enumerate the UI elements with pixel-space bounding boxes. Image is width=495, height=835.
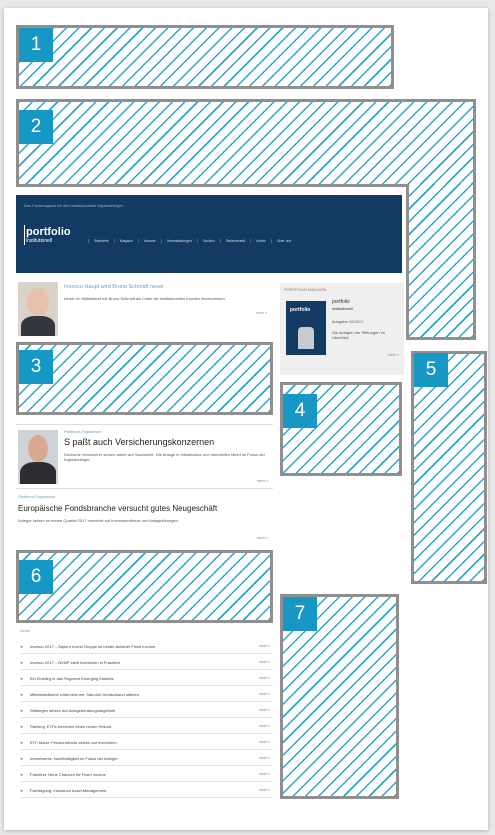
area-number-3: 3 xyxy=(19,350,53,384)
hatched-area-2 xyxy=(16,99,476,187)
more-link[interactable]: mehr » xyxy=(259,772,270,776)
sidebar-heading: PORTFOLIO MAGAZIN xyxy=(284,287,327,292)
bullet-icon: ► xyxy=(20,724,24,729)
bullet-icon: ► xyxy=(20,772,24,777)
article-title[interactable]: Invesco Haupt wird Bruno Schmidt neuer xyxy=(64,284,164,290)
more-link[interactable]: mehr » xyxy=(259,660,270,664)
bullet-icon: ► xyxy=(20,740,24,745)
list-item[interactable]: ► Frankfurt: Neue Chancen für Fixed Incom… xyxy=(20,768,272,782)
logo-text-1: portfolio xyxy=(26,226,71,238)
nav-item[interactable]: Archiv xyxy=(250,239,271,243)
list-item-text: Mittelständische Unternehmen: Standort D… xyxy=(30,692,139,697)
article-title[interactable]: Europäische Fondsbranche versucht gutes … xyxy=(18,504,217,513)
divider xyxy=(16,488,273,489)
list-item-text: Investments: Nachhaltigkeit im Fokus der… xyxy=(30,756,118,761)
list-item-text: Fachtagung: Insurance Asset Management xyxy=(30,788,107,793)
logo-bar xyxy=(24,225,25,245)
list-item-text: Invesco 2017 – BVMP stellt Investoren in… xyxy=(30,660,120,665)
nav-item[interactable]: Startseite xyxy=(88,239,114,243)
site-logo[interactable]: portfolio institutionell xyxy=(26,227,71,244)
magazine-logo-1: portfolio xyxy=(332,299,350,305)
nav-item[interactable]: Über uns xyxy=(271,239,296,243)
issue-label: Ausgabe 10/2017 xyxy=(332,319,364,324)
more-link[interactable]: mehr » xyxy=(257,536,268,540)
more-link[interactable]: mehr » xyxy=(257,479,268,483)
nav-item[interactable]: Veranstaltungen xyxy=(160,239,197,243)
hatched-area-6 xyxy=(16,550,273,623)
nav-item[interactable]: Studien xyxy=(196,239,220,243)
article-teaser: Anleger setzen im ersten Quartal 2017 ve… xyxy=(18,518,179,523)
logo-text-2: institutionell xyxy=(26,238,53,244)
bullet-icon: ► xyxy=(20,708,24,713)
list-item[interactable]: ► ETF-Markt: Pensionsfonds setzen auf Inv… xyxy=(20,736,272,750)
list-item-text: Stiftungen setzen auf Anlageberatungsang… xyxy=(30,708,116,713)
list-item[interactable]: ► Fachtagung: Insurance Asset Management m… xyxy=(20,784,272,798)
magazine-box: PORTFOLIO MAGAZIN portfolio portfolio in… xyxy=(280,283,404,375)
more-link[interactable]: mehr » xyxy=(259,788,270,792)
bullet-icon: ► xyxy=(20,692,24,697)
area-number-6: 6 xyxy=(19,560,53,594)
bullet-icon: ► xyxy=(20,676,24,681)
cover-image xyxy=(298,327,314,349)
article-kicker: Plattform-Ergebnisse xyxy=(64,429,102,434)
issue-desc: Die Anlagen der Stiftungen im Überblick xyxy=(332,330,385,341)
author-photo xyxy=(18,282,58,336)
list-item[interactable]: ► Invesco 2017 – BVMP stellt Investoren i… xyxy=(20,656,272,670)
list-item[interactable]: ► Investments: Nachhaltigkeit im Fokus de… xyxy=(20,752,272,766)
area-number-2: 2 xyxy=(19,110,53,144)
list-item[interactable]: ► Stiftungen setzen auf Anlageberatungsan… xyxy=(20,704,272,718)
divider xyxy=(16,424,273,425)
list-item[interactable]: ► Invesco 2017 – Bayern Invest Gruppe ist… xyxy=(20,640,272,654)
bullet-icon: ► xyxy=(20,756,24,761)
article-teaser: Inhalt: Im Mittelstand hat Bruno Schmidt… xyxy=(64,296,226,301)
more-link[interactable]: mehr » xyxy=(259,740,270,744)
list-item-text: Ein Einstieg in das Segment Emerging Mar… xyxy=(30,676,114,681)
article-teaser: Deutsche Versicherer setzen weiter auf S… xyxy=(64,452,265,463)
nav-item[interactable]: Magazin xyxy=(113,239,138,243)
more-link[interactable]: mehr » xyxy=(259,676,270,680)
cover-title: portfolio xyxy=(290,307,311,313)
bullet-icon: ► xyxy=(20,788,24,793)
article-kicker: Plattform-Ergebnisse xyxy=(18,494,56,499)
hatched-area-3 xyxy=(16,342,273,415)
list-item[interactable]: ► Mittelständische Unternehmen: Standort … xyxy=(20,688,272,702)
bullet-icon: ► xyxy=(20,660,24,665)
list-item-text: ETF-Markt: Pensionsfonds setzen auf Inve… xyxy=(30,740,117,745)
more-link[interactable]: mehr » xyxy=(388,353,399,357)
nav-item[interactable]: Stellenmarkt xyxy=(219,239,250,243)
article-title[interactable]: S paßt auch Versicherungskonzernen xyxy=(64,437,214,447)
hatched-area-1 xyxy=(16,25,394,89)
nav-item[interactable]: Awards xyxy=(138,239,161,243)
more-link[interactable]: mehr » xyxy=(259,644,270,648)
site-header-banner: Das Fachmagazin für den institutionellen… xyxy=(16,195,402,273)
list-heading: News xyxy=(20,628,31,633)
more-link[interactable]: mehr » xyxy=(259,708,270,712)
author-photo xyxy=(18,430,58,484)
magazine-logo-2: institutionell xyxy=(332,306,353,311)
area-number-1: 1 xyxy=(19,28,53,62)
hatched-area-2-column xyxy=(406,184,476,340)
list-item[interactable]: ► Ein Einstieg in das Segment Emerging Ma… xyxy=(20,672,272,686)
more-link[interactable]: mehr » xyxy=(259,756,270,760)
list-item-text: Invesco 2017 – Bayern Invest Gruppe ist … xyxy=(30,644,156,649)
bullet-icon: ► xyxy=(20,644,24,649)
more-link[interactable]: mehr » xyxy=(259,724,270,728)
more-link[interactable]: mehr » xyxy=(256,311,267,315)
area-number-4: 4 xyxy=(283,394,317,428)
more-link[interactable]: mehr » xyxy=(259,692,270,696)
list-item-text: Ranking: ETFs erreichen einen neuen Reko… xyxy=(30,724,112,729)
area-number-5: 5 xyxy=(414,353,448,387)
list-item[interactable]: ► Ranking: ETFs erreichen einen neuen Rek… xyxy=(20,720,272,734)
main-nav: Startseite Magazin Awards Veranstaltunge… xyxy=(88,239,296,243)
list-item-text: Frankfurt: Neue Chancen für Fixed Income xyxy=(30,772,106,777)
area-number-7: 7 xyxy=(283,597,317,631)
tagline: Das Fachmagazin für den institutionellen… xyxy=(24,203,123,208)
magazine-cover[interactable]: portfolio xyxy=(286,301,326,355)
